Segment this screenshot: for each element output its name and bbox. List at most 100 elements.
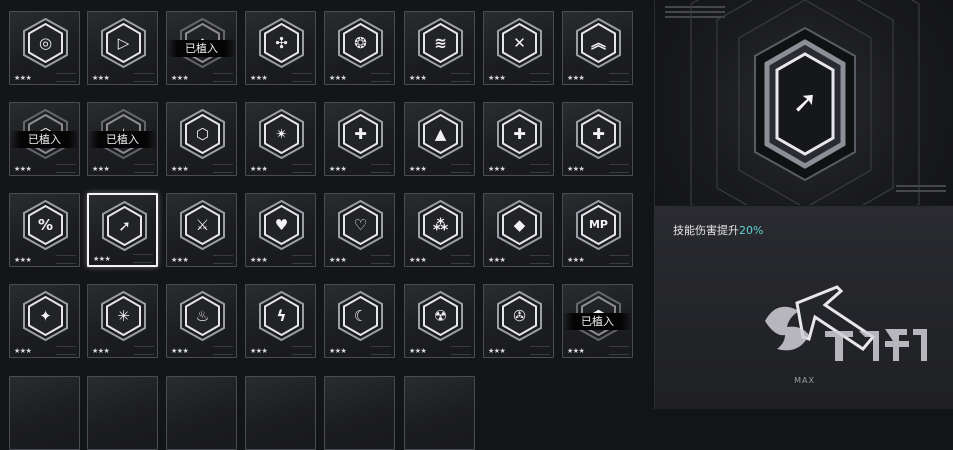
card-decor-lines xyxy=(134,73,154,82)
card-decor-lines xyxy=(451,164,471,173)
rarity-stars: ★★★ xyxy=(488,165,506,173)
detail-preview: ➚ xyxy=(655,0,953,205)
card-decor-lines xyxy=(56,164,76,173)
module-card[interactable]: ✚ ★★★ xyxy=(562,102,633,176)
decor-lines-br xyxy=(896,185,946,195)
arrow-watermark-icon xyxy=(765,285,927,361)
heavy-plus-icon: ✚ xyxy=(592,125,605,143)
rarity-stars: ★★★ xyxy=(92,74,110,82)
rarity-stars: ★★★ xyxy=(171,74,189,82)
rarity-stars: ★★★ xyxy=(567,347,585,355)
module-card[interactable]: ◆ ★★★ xyxy=(483,193,554,267)
rarity-stars: ★★★ xyxy=(567,256,585,264)
detail-arrow-icon: ➚ xyxy=(792,85,818,120)
module-card[interactable]: ✴ ★★★ xyxy=(245,102,316,176)
module-card[interactable]: ︽ ★★★ xyxy=(562,11,633,85)
module-card[interactable]: MP ★★★ xyxy=(562,193,633,267)
module-card[interactable] xyxy=(245,376,316,450)
card-decor-lines xyxy=(292,164,312,173)
module-card[interactable]: ❂ ★★★ xyxy=(324,11,395,85)
card-decor-lines xyxy=(133,254,153,263)
wave-lines-icon: ≋ xyxy=(434,34,447,52)
rarity-stars: ★★★ xyxy=(409,256,427,264)
cross-chevrons-icon: ✕ xyxy=(513,34,526,52)
card-decor-lines xyxy=(213,73,233,82)
module-card[interactable] xyxy=(404,376,475,450)
rarity-stars: ★★★ xyxy=(567,74,585,82)
module-card[interactable]: ⬡★★★已植入 xyxy=(9,102,80,176)
module-card[interactable] xyxy=(166,376,237,450)
lightning-icon: ϟ xyxy=(276,307,287,325)
module-card[interactable]: ♥ ★★★ xyxy=(245,193,316,267)
star-burst-icon: ✴ xyxy=(275,125,288,143)
module-card[interactable]: ✳ ★★★ xyxy=(87,284,158,358)
implanted-badge: 已植入 xyxy=(88,131,157,148)
rarity-stars: ★★★ xyxy=(409,74,427,82)
rarity-stars: ★★★ xyxy=(250,74,268,82)
cluster-icon: ⁂ xyxy=(432,216,449,234)
module-card[interactable]: ✣ ★★★ xyxy=(245,11,316,85)
rarity-stars: ★★★ xyxy=(488,347,506,355)
module-card[interactable]: ◎ ★★★ xyxy=(9,11,80,85)
module-card[interactable] xyxy=(87,376,158,450)
effect-prefix: 技能伤害提升 xyxy=(673,224,739,237)
module-card[interactable]: ⚔ ★★★ xyxy=(166,193,237,267)
module-card[interactable]: ♨ ★★★ xyxy=(166,284,237,358)
gem-icon: ◆ xyxy=(513,216,526,234)
module-card[interactable]: ✦ ★★★ xyxy=(9,284,80,358)
module-grid: ◎ ★★★ ▷ ★★★ ◆ ★★★ 已植入 ✣ ★★★ ❂ ★★★ ≋ ★★★ ✕ ★★★ ︽ ★★★ ⬡ ★★★ 已… xyxy=(0,0,648,450)
rarity-stars: ★★★ xyxy=(409,165,427,173)
module-card[interactable]: ✶★★★已植入 xyxy=(87,102,158,176)
rarity-stars: ★★★ xyxy=(171,165,189,173)
mp-icon: MP xyxy=(588,218,608,231)
rarity-stars: ★★★ xyxy=(14,165,32,173)
module-card[interactable]: ◆★★★已植入 xyxy=(166,11,237,85)
effect-value: 20% xyxy=(739,224,764,237)
card-decor-lines xyxy=(609,164,629,173)
rarity-stars: ★★★ xyxy=(171,256,189,264)
level-label: MAX xyxy=(794,376,815,385)
module-card[interactable]: ϟ ★★★ xyxy=(245,284,316,358)
card-decor-lines xyxy=(56,255,76,264)
card-decor-lines xyxy=(292,346,312,355)
module-card[interactable]: ▲ ★★★ xyxy=(404,102,475,176)
module-card[interactable]: ✚ ★★★ xyxy=(324,102,395,176)
card-decor-lines xyxy=(56,346,76,355)
card-decor-lines xyxy=(609,255,629,264)
card-decor-lines xyxy=(371,73,391,82)
module-card[interactable]: ♡ ★★★ xyxy=(324,193,395,267)
module-card[interactable]: ≋ ★★★ xyxy=(404,11,475,85)
rarity-stars: ★★★ xyxy=(329,347,347,355)
card-decor-lines xyxy=(371,255,391,264)
module-card[interactable]: ⬢★★★已植入 xyxy=(562,284,633,358)
shield-plus-icon: ✚ xyxy=(513,125,526,143)
module-card[interactable]: ⁂ ★★★ xyxy=(404,193,475,267)
rarity-stars: ★★★ xyxy=(171,347,189,355)
hex-shield-icon: ⬡ xyxy=(195,125,210,143)
card-decor-lines xyxy=(134,164,154,173)
rarity-stars: ★★★ xyxy=(250,256,268,264)
module-card-selected[interactable]: ➚ ★★★ xyxy=(87,193,158,267)
rarity-stars: ★★★ xyxy=(92,347,110,355)
module-card[interactable]: ☾ ★★★ xyxy=(324,284,395,358)
implanted-badge: 已植入 xyxy=(10,131,79,148)
rarity-stars: ★★★ xyxy=(488,256,506,264)
module-detail-panel: ➚ 技能伤害提升20% MAX xyxy=(654,0,953,409)
card-decor-lines xyxy=(213,346,233,355)
module-card[interactable] xyxy=(324,376,395,450)
module-card[interactable]: ✕ ★★★ xyxy=(483,11,554,85)
card-decor-lines xyxy=(530,346,550,355)
module-card[interactable]: ▷ ★★★ xyxy=(87,11,158,85)
effect-description: 技能伤害提升20% xyxy=(673,222,763,238)
triple-link-icon: ❂ xyxy=(354,34,367,52)
module-card[interactable]: ☢ ★★★ xyxy=(404,284,475,358)
module-card[interactable]: ✚ ★★★ xyxy=(483,102,554,176)
card-decor-lines xyxy=(213,164,233,173)
arrow-up-right-icon: ➚ xyxy=(118,217,131,235)
compass-star-icon: ✦ xyxy=(39,307,52,325)
module-card[interactable]: ⬡ ★★★ xyxy=(166,102,237,176)
module-card[interactable] xyxy=(9,376,80,450)
module-card[interactable]: ✇ ★★★ xyxy=(483,284,554,358)
module-card[interactable]: % ★★★ xyxy=(9,193,80,267)
rarity-stars: ★★★ xyxy=(93,255,111,263)
